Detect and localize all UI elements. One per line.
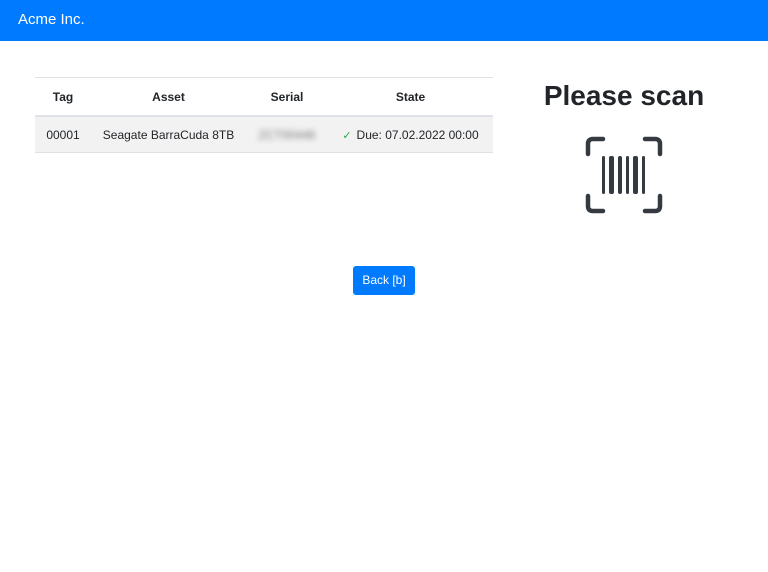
- back-button[interactable]: Back [b]: [353, 266, 415, 295]
- assets-table: Tag Asset Serial State 00001 Seagate Bar…: [35, 77, 493, 153]
- column-header-tag: Tag: [35, 77, 91, 117]
- serial-value-blurred: ZCT00446: [258, 127, 316, 142]
- state-text: Due: 07.02.2022 00:00: [356, 127, 479, 142]
- scan-prompt-title: Please scan: [543, 80, 705, 111]
- navbar: Acme Inc.: [0, 0, 768, 41]
- assets-table-container: Tag Asset Serial State 00001 Seagate Bar…: [35, 77, 493, 153]
- cell-asset: Seagate BarraCuda 8TB: [91, 116, 246, 153]
- brand-name[interactable]: Acme Inc.: [18, 11, 85, 29]
- barcode-scan-icon: [585, 136, 663, 214]
- cell-state: ✓ Due: 07.02.2022 00:00: [328, 116, 493, 153]
- cell-serial: ZCT00446: [246, 116, 328, 153]
- column-header-serial: Serial: [246, 77, 328, 117]
- column-header-state: State: [328, 77, 493, 117]
- cell-tag: 00001: [35, 116, 91, 153]
- table-header-row: Tag Asset Serial State: [35, 77, 493, 117]
- column-header-asset: Asset: [91, 77, 246, 117]
- check-icon: ✓: [342, 129, 352, 142]
- table-row: 00001 Seagate BarraCuda 8TB ZCT00446 ✓ Du…: [35, 116, 493, 153]
